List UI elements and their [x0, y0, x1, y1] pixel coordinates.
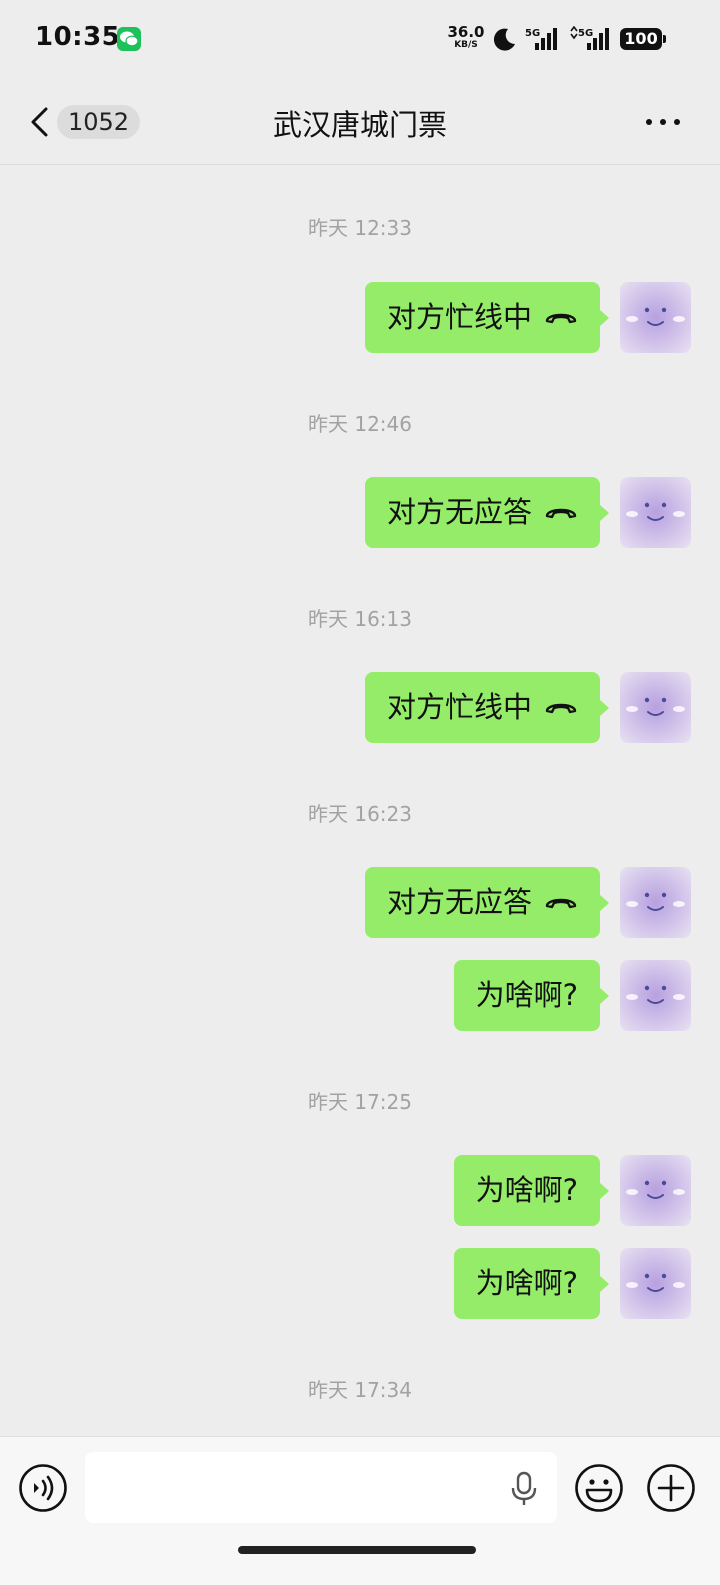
smiley-face-icon	[626, 307, 685, 326]
message-timestamp: 昨天 17:34	[308, 1378, 412, 1402]
phone-hangup-icon	[545, 703, 577, 714]
user-avatar[interactable]	[620, 867, 691, 938]
smiley-face-icon	[626, 892, 685, 911]
more-options-icon[interactable]	[645, 118, 681, 126]
user-avatar[interactable]	[620, 1248, 691, 1319]
message-timestamp: 昨天 17:25	[308, 1090, 412, 1114]
chat-input-bar	[0, 1436, 720, 1585]
message-timestamp: 昨天 12:33	[308, 216, 412, 240]
call-status-bubble[interactable]: 对方忙线中	[364, 672, 610, 743]
mic-icon[interactable]	[510, 1471, 538, 1507]
status-bar: 10:35 36.0 KB/S 5G 5G 100	[0, 0, 720, 78]
voice-mode-icon[interactable]	[18, 1463, 68, 1513]
message-text: 对方忙线中	[386, 300, 532, 334]
message-text: 为啥啊?	[475, 1266, 578, 1300]
network-label-1: 5G	[525, 28, 540, 39]
signal-5g-data-icon: 5G	[570, 26, 609, 50]
text-message-bubble[interactable]: 为啥啊?	[453, 960, 610, 1031]
message-text: 为啥啊?	[475, 978, 578, 1012]
wechat-notification-icon	[117, 27, 141, 51]
emoji-icon[interactable]	[574, 1463, 624, 1513]
text-message-bubble[interactable]: 为啥啊?	[453, 1155, 610, 1226]
user-avatar[interactable]	[620, 1155, 691, 1226]
message-text: 对方无应答	[386, 495, 532, 529]
home-indicator[interactable]	[238, 1546, 476, 1554]
user-avatar[interactable]	[620, 282, 691, 353]
smiley-face-icon	[626, 985, 685, 1004]
message-input[interactable]	[85, 1452, 557, 1523]
network-speed-unit: KB/S	[454, 40, 478, 50]
network-speed-value: 36.0	[447, 23, 485, 41]
message-timestamp: 昨天 12:46	[308, 412, 412, 436]
message-text: 为啥啊?	[475, 1173, 578, 1207]
status-time: 10:35	[35, 22, 121, 52]
phone-hangup-icon	[545, 313, 577, 324]
unread-count-badge[interactable]: 1052	[57, 105, 141, 139]
smiley-face-icon	[626, 1180, 685, 1199]
user-avatar[interactable]	[620, 672, 691, 743]
phone-hangup-icon	[545, 898, 577, 909]
message-text: 对方忙线中	[386, 690, 532, 724]
chat-header: 1052 武汉唐城门票	[0, 78, 720, 165]
call-status-bubble[interactable]: 对方无应答	[364, 867, 610, 938]
user-avatar[interactable]	[620, 960, 691, 1031]
signal-5g-icon: 5G	[525, 28, 557, 50]
network-label-2: 5G	[578, 28, 593, 39]
message-timestamp: 昨天 16:23	[308, 802, 412, 826]
smiley-face-icon	[626, 1273, 685, 1292]
message-timestamp: 昨天 16:13	[308, 607, 412, 631]
network-speed: 36.0 KB/S	[446, 25, 486, 50]
back-chevron-icon[interactable]	[28, 106, 50, 138]
user-avatar[interactable]	[620, 477, 691, 548]
call-status-bubble[interactable]: 对方无应答	[364, 477, 610, 548]
plus-icon[interactable]	[646, 1463, 696, 1513]
call-status-bubble[interactable]: 对方忙线中	[364, 282, 610, 353]
phone-hangup-icon	[545, 508, 577, 519]
message-text: 对方无应答	[386, 885, 532, 919]
text-message-bubble[interactable]: 为啥啊?	[453, 1248, 610, 1319]
chat-title: 武汉唐城门票	[272, 108, 447, 142]
do-not-disturb-moon-icon	[493, 28, 515, 51]
smiley-face-icon	[626, 697, 685, 716]
battery-indicator: 100	[620, 28, 666, 50]
smiley-face-icon	[626, 502, 685, 521]
